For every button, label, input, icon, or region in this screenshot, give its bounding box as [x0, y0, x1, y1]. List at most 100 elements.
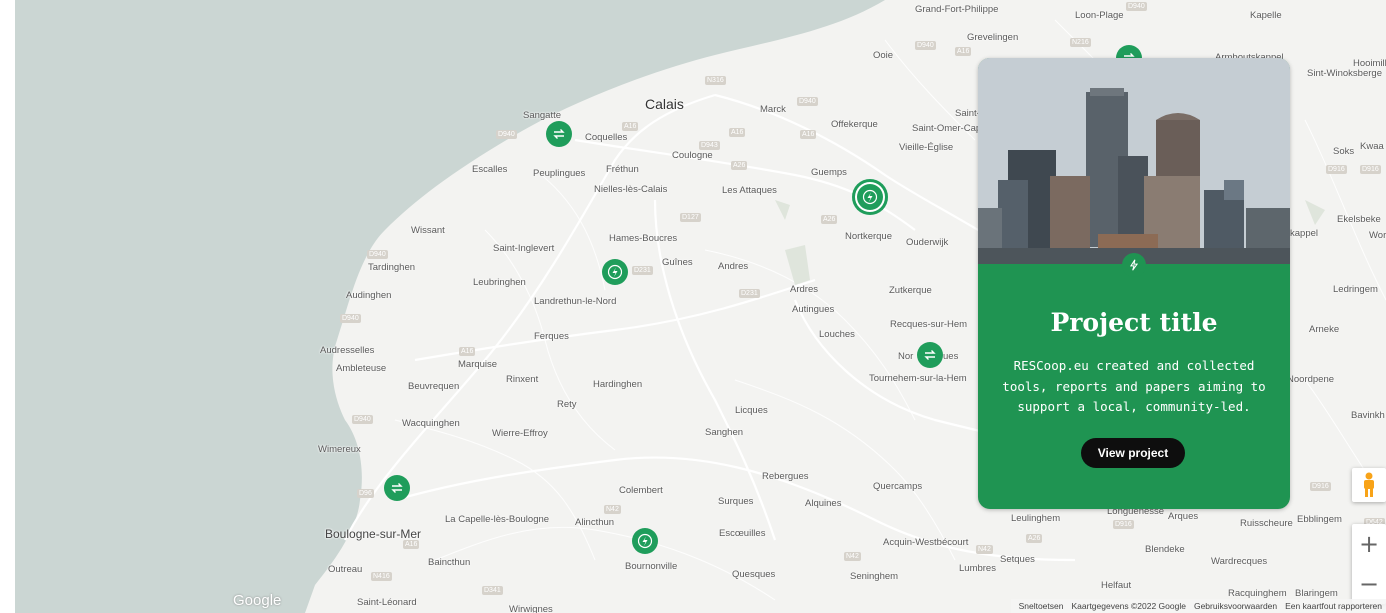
place-label: Outreau — [328, 564, 363, 575]
road-shield: D341 — [482, 586, 503, 595]
report-error-link[interactable]: Een kaartfout rapporteren — [1285, 601, 1382, 611]
place-label: Alquines — [805, 498, 842, 509]
road-shield: A16 — [459, 347, 476, 356]
place-label: Vieille-Église — [899, 142, 954, 153]
map-marker-exchange[interactable] — [546, 121, 572, 147]
place-label: Nielles-lès-Calais — [594, 184, 668, 195]
map-marker-energy[interactable] — [632, 528, 658, 554]
place-label: Rety — [557, 399, 577, 410]
place-label: Kapelle — [1250, 10, 1282, 21]
place-label: Ruisscheure — [1240, 518, 1293, 529]
road-shield: A16 — [622, 122, 639, 131]
place-label: Ledringem — [1333, 284, 1378, 295]
place-label: Leubringhen — [473, 277, 526, 288]
pegman-icon — [1364, 472, 1374, 497]
project-photo — [978, 58, 1290, 264]
road-shield: A26 — [731, 161, 748, 170]
place-label: Seninghem — [850, 571, 899, 582]
place-label: Nortkerque — [845, 231, 892, 242]
zoom-in-button[interactable]: + — [1352, 524, 1386, 564]
zoom-out-button[interactable]: − — [1352, 564, 1386, 604]
place-label: Arques — [1168, 511, 1199, 522]
place-label: Wimereux — [318, 444, 361, 455]
place-label: Recques-sur-Hem — [890, 319, 968, 330]
road-shield: N216 — [1070, 38, 1091, 47]
city-skyline-image — [978, 58, 1290, 264]
place-label: Wirwignes — [509, 604, 553, 613]
place-label: Quesques — [732, 569, 776, 580]
place-label: Saint-Inglevert — [493, 243, 555, 254]
road-shield: A16 — [729, 128, 746, 137]
map-attribution: Sneltoetsen Kaartgegevens ©2022 Google G… — [1010, 599, 1386, 613]
card-energy-badge — [1122, 253, 1146, 277]
place-label: Noordpene — [1287, 374, 1335, 385]
road-shield: D916 — [1113, 520, 1134, 529]
place-label: Audinghen — [346, 290, 392, 301]
road-shield: D96 — [357, 489, 374, 498]
place-label: Sanghen — [705, 427, 744, 438]
place-label: kappel — [1290, 228, 1318, 239]
map-marker-energy-selected[interactable] — [852, 179, 888, 215]
place-label: Blendeke — [1145, 544, 1185, 555]
place-label: Soks — [1333, 146, 1355, 157]
place-label: La Capelle-lès-Boulogne — [445, 514, 550, 525]
map-marker-exchange[interactable] — [384, 475, 410, 501]
place-label: Wor — [1369, 230, 1386, 241]
map-marker-energy[interactable] — [602, 259, 628, 285]
place-label: Loon-Plage — [1075, 10, 1124, 21]
place-label: Rebergues — [762, 471, 809, 482]
road-shield: N42 — [976, 545, 993, 554]
place-label: Ooie — [873, 50, 894, 61]
place-label: Hardinghen — [593, 379, 643, 390]
place-label: Leulinghem — [1011, 513, 1061, 524]
place-label: Ebblingem — [1297, 514, 1342, 525]
place-label: Boulogne-sur-Mer — [325, 527, 422, 541]
road-shield: D916 — [1310, 482, 1331, 491]
place-label: Rinxent — [506, 374, 539, 385]
place-label: Fréthun — [606, 164, 639, 175]
map-data-text: Kaartgegevens ©2022 Google — [1071, 601, 1186, 611]
road-shield: D940 — [797, 97, 818, 106]
place-label: Blaringem — [1295, 588, 1338, 599]
road-shield: N316 — [705, 76, 726, 85]
place-label: Sint-Winoksberge — [1307, 68, 1382, 79]
terms-link[interactable]: Gebruiksvoorwaarden — [1194, 601, 1277, 611]
road-shield: D940 — [367, 250, 388, 259]
place-label: Andres — [718, 261, 749, 272]
road-shield: N416 — [371, 572, 392, 581]
street-view-pegman[interactable] — [1352, 468, 1386, 502]
view-project-button[interactable]: View project — [1081, 438, 1185, 468]
place-label: Ekelsbeke — [1337, 214, 1381, 225]
place-label: Wierre-Effroy — [492, 428, 548, 439]
road-shield: N42 — [844, 552, 861, 561]
google-logo: Google — [233, 592, 282, 609]
place-label: Acquin-Westbécourt — [883, 537, 969, 548]
place-label: Offekerque — [831, 119, 878, 130]
zoom-controls: + − — [1352, 524, 1386, 604]
road-shield: D940 — [1126, 2, 1147, 11]
place-label: Saint-Omer-Cap — [912, 123, 982, 134]
place-label: Sangatte — [523, 110, 562, 121]
road-shield: D231 — [739, 289, 760, 298]
road-shield: N42 — [604, 505, 621, 514]
place-label: Peuplingues — [533, 168, 586, 179]
road-shield: A16 — [403, 540, 420, 549]
lightning-bolt-icon — [1129, 259, 1139, 271]
road-shield: D916 — [1326, 165, 1347, 174]
place-label: Surques — [718, 496, 754, 507]
road-shield: D231 — [632, 266, 653, 275]
place-label: Les Attaques — [722, 185, 777, 196]
place-label: Helfaut — [1101, 580, 1132, 591]
keyboard-shortcuts-link[interactable]: Sneltoetsen — [1019, 601, 1064, 611]
place-label: Coquelles — [585, 132, 628, 143]
map-marker-exchange[interactable] — [917, 342, 943, 368]
place-label: Ouderwijk — [906, 237, 949, 248]
place-label: Alincthun — [575, 517, 615, 528]
place-label: Coulogne — [672, 150, 713, 161]
place-label: Baincthun — [428, 557, 471, 568]
place-label: Autingues — [792, 304, 835, 315]
project-card: Project title RESCoop.eu created and col… — [978, 58, 1290, 509]
road-shield: D940 — [496, 130, 517, 139]
place-label: Tardinghen — [368, 262, 416, 273]
place-label: Louches — [819, 329, 855, 340]
